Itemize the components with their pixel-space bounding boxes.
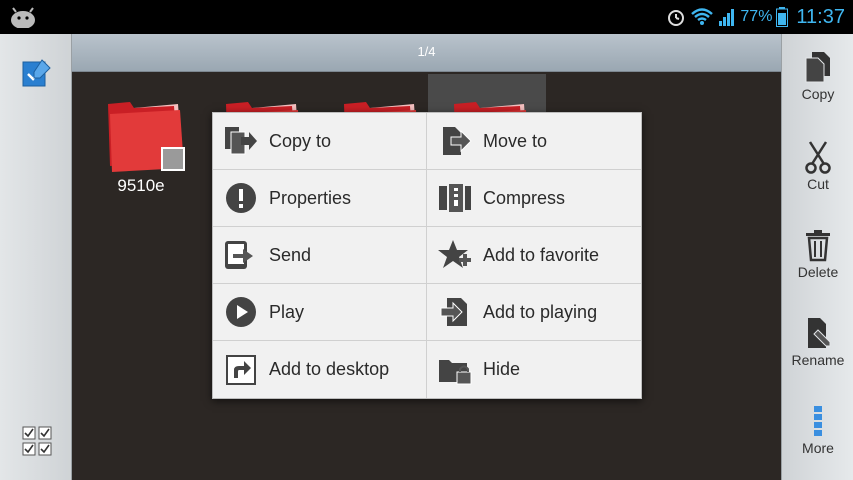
menu-item-label: Copy to [269, 130, 332, 151]
copy-to-icon [225, 127, 257, 155]
menu-item-label: Move to [483, 130, 548, 151]
file-name: 9510e [117, 176, 165, 195]
left-toolbar [0, 34, 72, 480]
add-to-playing-icon [440, 298, 467, 326]
signal-icon [719, 9, 735, 26]
more-label: More [802, 440, 834, 456]
rename-icon [808, 318, 831, 348]
menu-item-add-to-desktop[interactable]: Add to desktop [213, 341, 427, 398]
menu-item-label: Add to favorite [483, 244, 600, 265]
page-indicator: 1/4 [417, 44, 436, 59]
select-all-icon[interactable] [20, 424, 54, 458]
menu-item-hide[interactable]: Hide [427, 341, 641, 398]
battery-icon [776, 7, 789, 27]
menu-item-label: Send [269, 244, 312, 265]
menu-item-label: Compress [483, 187, 566, 208]
copy-button[interactable]: Copy [782, 40, 853, 122]
trash-icon [806, 230, 830, 262]
send-icon [225, 241, 253, 269]
menu-item-label: Hide [483, 359, 521, 379]
add-to-desktop-icon [226, 354, 256, 385]
path-bar: 1/4 [72, 34, 781, 72]
menu-item-label: Play [269, 301, 305, 322]
info-icon [226, 183, 256, 213]
compress-icon [439, 184, 471, 212]
scissors-icon [805, 141, 831, 174]
menu-item-compress[interactable]: Compress [427, 170, 641, 227]
play-icon [226, 297, 256, 327]
copy-label: Copy [801, 86, 835, 102]
menu-item-copy-to[interactable]: Copy to [213, 113, 427, 170]
menu-item-add-to-favorite[interactable]: Add to favorite [427, 227, 641, 284]
folder-icon [108, 102, 185, 172]
menu-item-label: Add to desktop [269, 359, 390, 379]
rename-label: Rename [791, 352, 845, 368]
delete-button[interactable]: Delete [782, 218, 853, 300]
menu-item-send[interactable]: Send [213, 227, 427, 284]
move-to-icon [443, 127, 472, 155]
cut-label: Cut [807, 176, 829, 192]
more-icon [814, 406, 822, 436]
file-item[interactable]: 9510e [82, 74, 200, 204]
more-button[interactable]: More [782, 394, 853, 476]
delete-label: Delete [797, 264, 839, 280]
android-icon [11, 7, 35, 28]
copy-icon [805, 52, 830, 83]
menu-item-label: Properties [269, 187, 352, 208]
menu-item-play[interactable]: Play [213, 284, 427, 341]
battery-percent: 77% [740, 8, 773, 25]
edit-select-icon[interactable] [20, 56, 54, 90]
menu-item-add-to-playing[interactable]: Add to playing [427, 284, 641, 341]
clock: 11:37 [796, 5, 845, 28]
context-menu: Copy to Move to Properties Compress Send… [212, 112, 642, 399]
wifi-icon [691, 8, 714, 25]
rename-button[interactable]: Rename [782, 306, 853, 388]
menu-item-properties[interactable]: Properties [213, 170, 427, 227]
alarm-icon [668, 10, 685, 26]
menu-item-move-to[interactable]: Move to [427, 113, 641, 170]
cut-button[interactable]: Cut [782, 130, 853, 212]
hide-icon [439, 359, 472, 384]
right-toolbar: Copy Cut Delete Rename More [781, 34, 853, 480]
status-bar: 77% 11:37 [0, 0, 853, 34]
favorite-icon [438, 240, 471, 268]
menu-item-label: Add to playing [483, 301, 598, 322]
